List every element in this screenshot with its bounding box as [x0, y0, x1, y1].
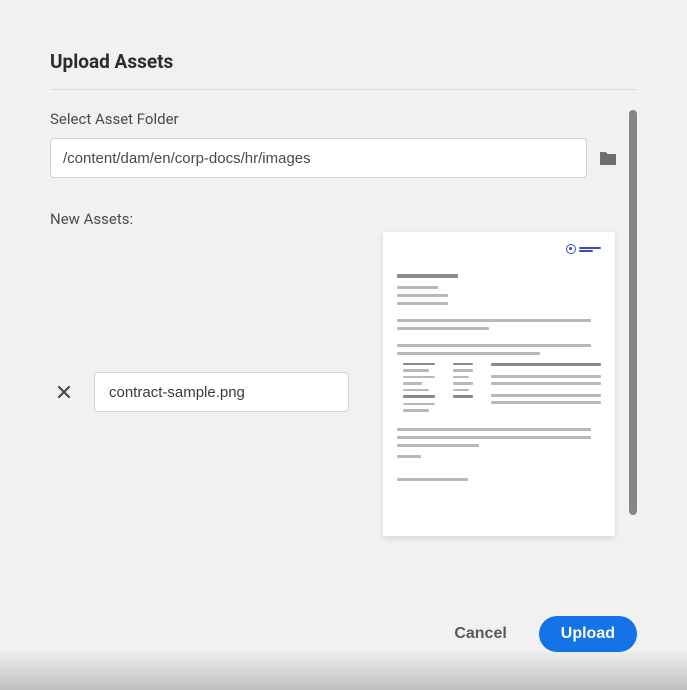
- content-area: Select Asset Folder New Assets:: [50, 110, 637, 590]
- doc-preview-content: [397, 274, 601, 481]
- filename-input[interactable]: [94, 372, 349, 412]
- browse-folder-button[interactable]: [597, 147, 619, 169]
- folder-icon: [599, 151, 617, 166]
- asset-left: [50, 372, 349, 412]
- folder-row: [50, 138, 619, 178]
- new-assets-label: New Assets:: [50, 210, 619, 228]
- asset-thumbnail: [383, 232, 615, 536]
- doc-logo: [566, 244, 601, 254]
- close-icon: [57, 385, 71, 399]
- upload-button[interactable]: Upload: [539, 616, 637, 652]
- dialog-footer: Cancel Upload: [448, 616, 637, 652]
- title-divider: [50, 89, 637, 90]
- cancel-button[interactable]: Cancel: [448, 617, 512, 651]
- dialog-title: Upload Assets: [50, 50, 637, 73]
- remove-asset-button[interactable]: [50, 378, 78, 406]
- upload-assets-dialog: Upload Assets Select Asset Folder New As…: [0, 0, 687, 690]
- folder-path-input[interactable]: [50, 138, 587, 178]
- scrollbar[interactable]: [629, 110, 637, 515]
- folder-label: Select Asset Folder: [50, 110, 619, 128]
